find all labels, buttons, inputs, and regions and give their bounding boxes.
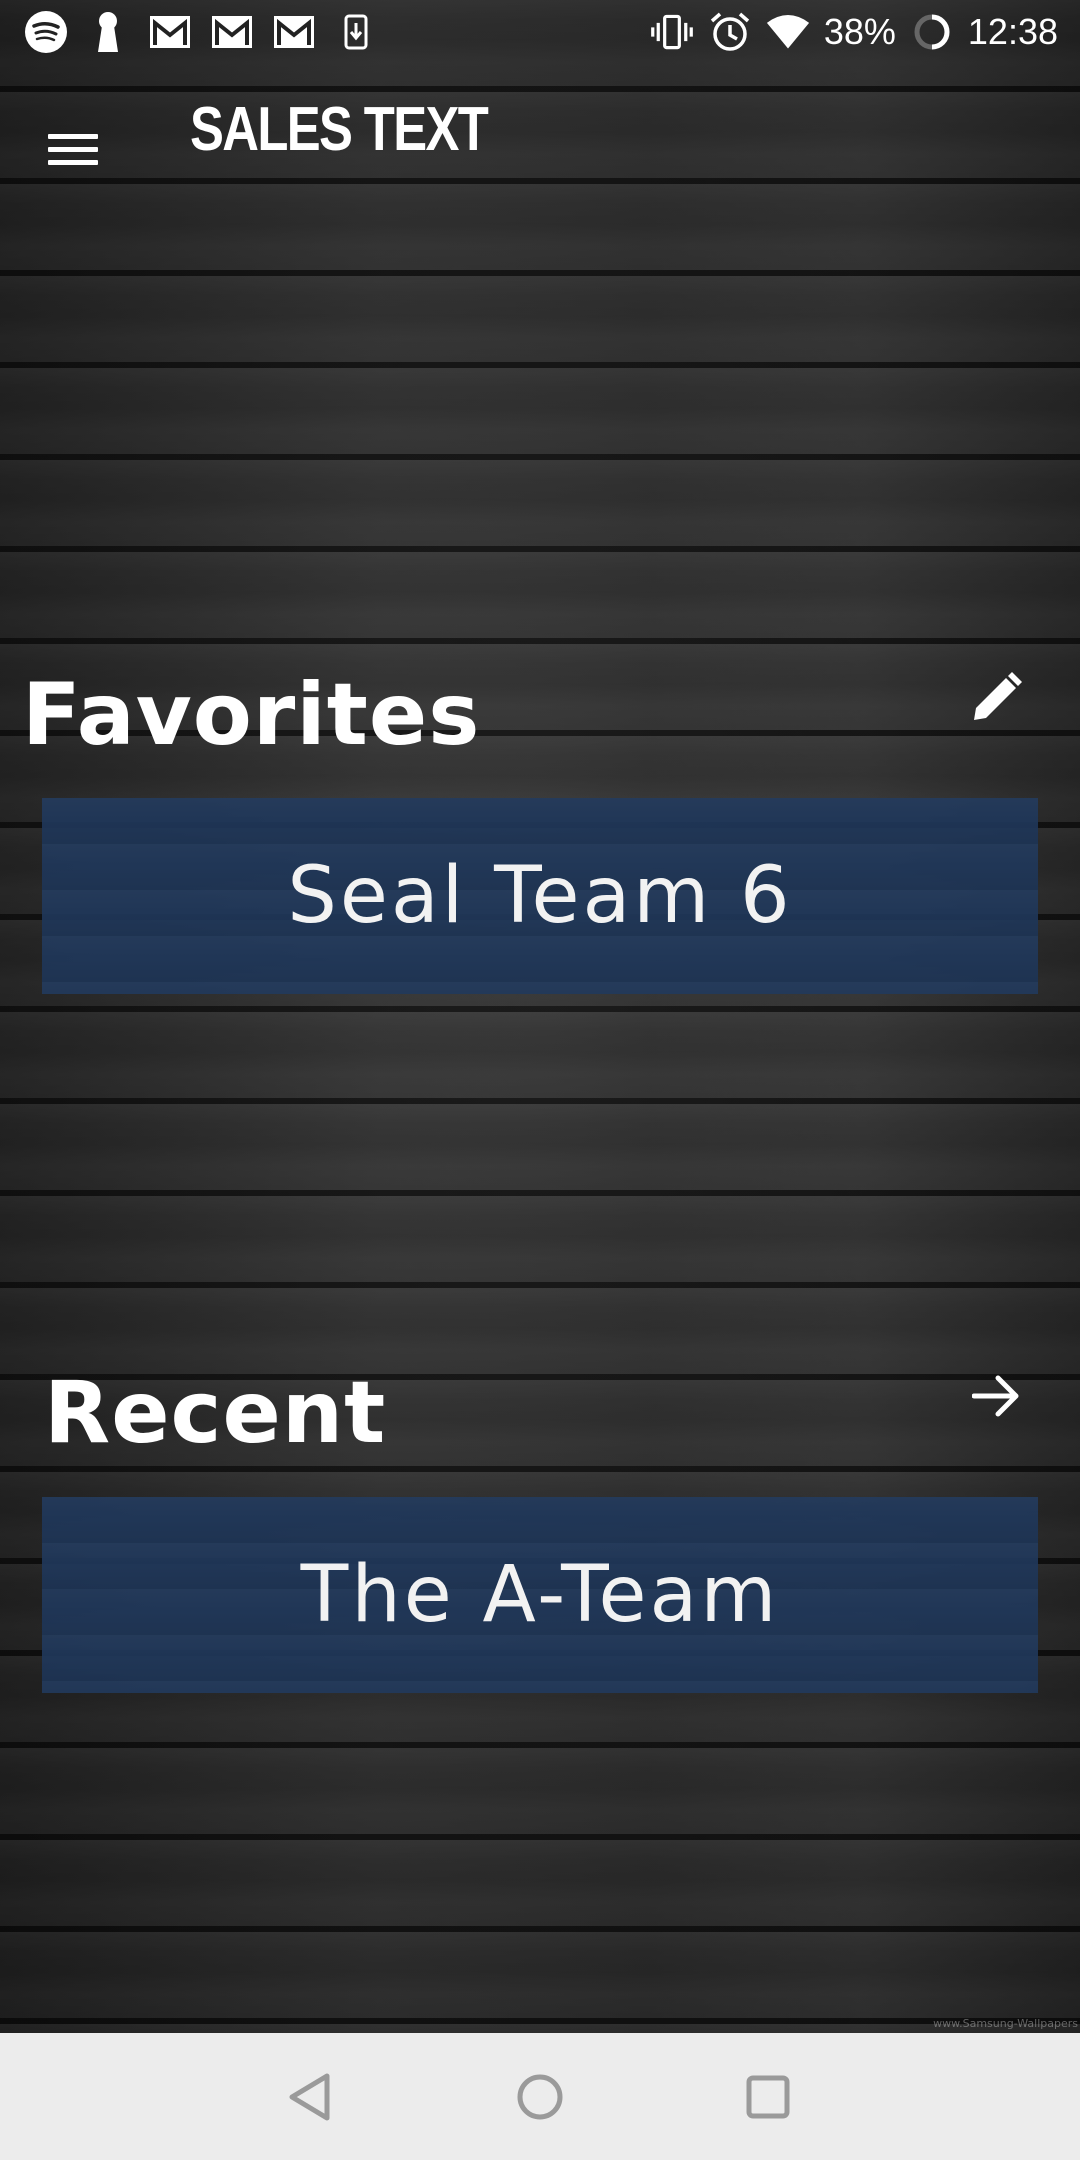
keyhole-icon [86,10,130,54]
gmail-icon [272,10,316,54]
arrow-right-icon[interactable] [956,1356,1036,1436]
gmail-icon [210,10,254,54]
hamburger-menu-icon[interactable] [30,106,116,192]
home-icon[interactable] [504,2061,576,2133]
vibrate-icon [650,10,694,54]
favorite-team-card[interactable]: Seal Team 6 [42,798,1038,994]
battery-percent: 38% [823,11,896,52]
system-status-icons: 38% 12:38 [650,8,1058,56]
notification-icons [24,10,378,54]
app-title: SALES TEXT [190,95,489,164]
download-icon [334,10,378,54]
wood-background [0,0,1080,2033]
edit-pencil-icon[interactable] [956,658,1036,738]
gmail-icon [148,10,192,54]
system-nav-bar [0,2033,1080,2160]
battery-icon [910,10,954,54]
clock: 12:38 [967,11,1058,52]
recent-team-card[interactable]: The A-Team [42,1497,1038,1693]
status-bar: 38% 12:38 [0,0,1080,64]
recents-icon[interactable] [732,2061,804,2133]
back-icon[interactable] [274,2061,346,2133]
app-screen: www.Samsung-Wallpapers 38% 12:38 SALES T… [0,0,1080,2160]
background-watermark: www.Samsung-Wallpapers [933,2017,1078,2030]
wifi-icon [766,10,810,54]
spotify-icon [24,10,68,54]
alarm-icon [708,10,752,54]
team-name: Seal Team 6 [287,851,793,941]
recent-heading: Recent [44,1363,387,1463]
app-bar: SALES TEXT [0,64,1080,204]
team-name: The A-Team [300,1550,780,1640]
favorites-heading: Favorites [22,665,481,765]
